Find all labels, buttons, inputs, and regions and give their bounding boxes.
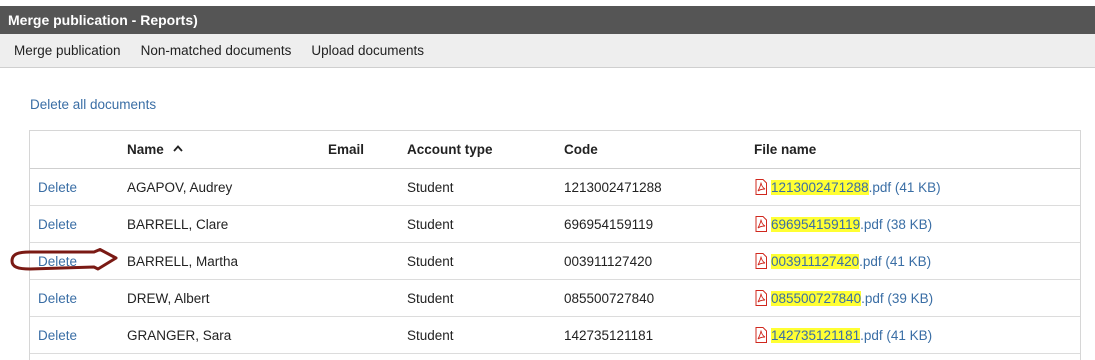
delete-all-documents-link[interactable]: Delete all documents [30, 97, 156, 112]
file-code-highlight: 1213002471288 [771, 179, 869, 195]
column-header-name-label: Name [127, 142, 164, 157]
menu-non-matched-documents[interactable]: Non-matched documents [131, 43, 302, 58]
table-row: Delete DREW, Albert Student 085500727840… [30, 280, 1080, 317]
pdf-icon [755, 179, 767, 195]
column-header-account-type: Account type [407, 142, 493, 157]
file-extension-size: .pdf (39 KB) [861, 290, 934, 306]
cell-name: BARRELL, Martha [127, 253, 239, 269]
cell-account-type: Student [407, 216, 454, 232]
file-link[interactable]: 085500727840 .pdf (39 KB) [754, 290, 933, 306]
cell-account-type: Student [407, 290, 454, 306]
menu-bar: Merge publication Non-matched documents … [0, 34, 1095, 68]
cell-code: 1213002471288 [564, 179, 662, 195]
cell-name: BARRELL, Clare [127, 216, 229, 232]
file-code-highlight: 142735121181 [771, 327, 861, 343]
cell-name: AGAPOV, Audrey [127, 179, 233, 195]
delete-link[interactable]: Delete [38, 328, 77, 343]
file-link[interactable]: 1213002471288 .pdf (41 KB) [754, 179, 941, 195]
pdf-icon [755, 290, 767, 306]
file-code-highlight: 696954159119 [771, 216, 861, 232]
table-header-row: Name Email Account type Code File name [30, 131, 1080, 169]
cell-code: 085500727840 [564, 290, 655, 306]
delete-link[interactable]: Delete [38, 180, 77, 195]
file-code-highlight: 003911127420 [771, 253, 860, 269]
caret-up-icon[interactable] [173, 144, 183, 155]
pdf-icon [755, 253, 767, 269]
file-extension-size: .pdf (38 KB) [860, 216, 933, 232]
cell-name: GRANGER, Sara [127, 327, 232, 343]
cell-code: 696954159119 [564, 216, 654, 232]
cell-code: 142735121181 [564, 327, 654, 343]
column-header-name[interactable]: Name [127, 131, 183, 168]
delete-link[interactable]: Delete [38, 291, 77, 306]
table-row: Delete GRANGER, Sara Student 14273512118… [30, 317, 1080, 354]
file-link[interactable]: 696954159119 .pdf (38 KB) [754, 216, 932, 232]
file-extension-size: .pdf (41 KB) [859, 253, 932, 269]
delete-link[interactable]: Delete [38, 254, 77, 269]
delete-link[interactable]: Delete [38, 217, 77, 232]
menu-upload-documents[interactable]: Upload documents [301, 43, 434, 58]
column-header-file-name: File name [754, 142, 817, 157]
cell-account-type: Student [407, 327, 454, 343]
window-title: Merge publication - Reports) [8, 12, 198, 28]
window-title-bar: Merge publication - Reports) [0, 6, 1095, 34]
cell-name: DREW, Albert [127, 290, 210, 306]
cell-code: 003911127420 [564, 253, 653, 269]
file-extension-size: .pdf (41 KB) [868, 179, 941, 195]
file-link[interactable]: 003911127420 .pdf (41 KB) [754, 253, 931, 269]
cell-account-type: Student [407, 179, 454, 195]
column-header-code: Code [564, 142, 598, 157]
file-link[interactable]: 142735121181 .pdf (41 KB) [754, 327, 932, 343]
menu-merge-publication[interactable]: Merge publication [4, 43, 131, 58]
pdf-icon [755, 216, 767, 232]
cell-account-type: Student [407, 253, 454, 269]
documents-table: Name Email Account type Code File name D… [29, 130, 1081, 360]
table-row: Delete AGAPOV, Audrey Student 1213002471… [30, 169, 1080, 206]
file-code-highlight: 085500727840 [771, 290, 862, 306]
file-extension-size: .pdf (41 KB) [860, 327, 933, 343]
column-header-email: Email [328, 142, 365, 157]
table-row: Delete BARRELL, Martha Student 003911127… [30, 243, 1080, 280]
pdf-icon [755, 327, 767, 343]
table-row: Delete BARRELL, Clare Student 6969541591… [30, 206, 1080, 243]
